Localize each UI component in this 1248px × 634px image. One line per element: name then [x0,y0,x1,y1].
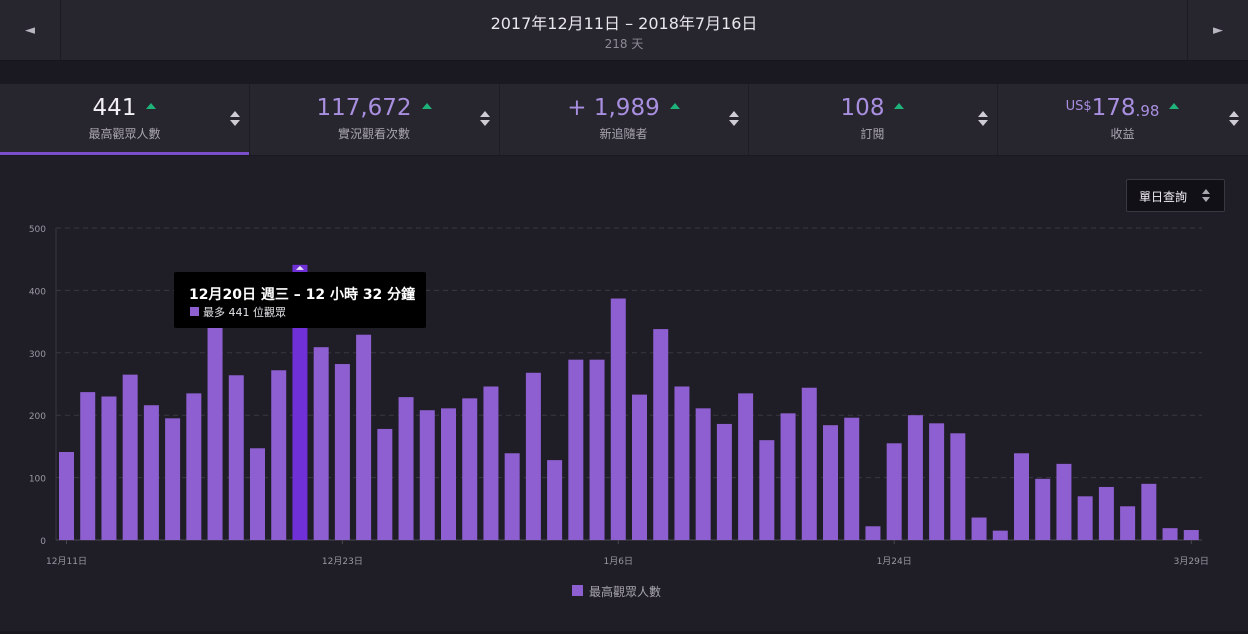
y-tick-label: 0 [40,537,46,547]
y-tick-label: 500 [29,225,46,235]
x-tick-label: 3月29日 [1174,556,1209,567]
x-tick-label: 1月24日 [877,556,912,567]
chart-bar[interactable] [207,317,223,540]
chart-bar[interactable] [653,329,669,540]
chart-bar[interactable] [844,417,860,540]
chart-bar[interactable] [122,374,138,540]
chart-bar[interactable] [377,428,393,540]
chart-bar[interactable] [695,408,711,540]
chart-bar[interactable] [1141,483,1157,540]
chart-bar[interactable] [929,423,945,540]
chart-bar[interactable] [780,413,796,540]
chart-bar[interactable] [1120,506,1136,540]
chart-bar[interactable] [165,418,181,540]
chart-bar[interactable] [101,396,117,540]
chart-bar[interactable] [610,298,626,540]
chart-bar[interactable] [398,397,414,540]
y-tick-label: 100 [29,475,46,485]
chart-bar[interactable] [1183,530,1199,540]
chart-tooltip: 12月20日 週三 – 12 小時 32 分鐘 最多 441 位觀眾 [174,272,426,328]
chart-bar[interactable] [716,423,732,540]
tooltip-text: 最多 441 位觀眾 [203,306,286,319]
chart-bar[interactable] [589,359,605,540]
chart-bar[interactable] [186,393,202,540]
chart-bar[interactable] [271,370,287,540]
chart-bar[interactable] [228,375,244,540]
x-tick-label: 12月23日 [322,556,363,567]
chart-bar[interactable] [1035,478,1051,540]
chart-bar[interactable] [907,415,923,540]
chart-bar[interactable] [547,460,563,540]
y-tick-label: 200 [29,412,46,422]
legend-swatch [572,585,583,596]
chart-bar[interactable] [1098,486,1114,540]
chart-bar[interactable] [632,394,647,540]
chart-bar[interactable] [143,405,159,540]
chart-bar[interactable] [1014,453,1029,540]
chart-bar[interactable] [356,334,372,540]
chart-bar[interactable] [568,359,584,540]
chart-bar[interactable] [950,433,966,540]
chart-bar[interactable] [59,452,74,540]
chart-bar[interactable] [313,347,329,540]
chart-bar[interactable] [334,364,350,540]
chart-bar[interactable] [759,440,775,540]
x-tick-label: 12月11日 [46,556,87,567]
legend-label: 最高觀眾人數 [589,585,662,599]
tooltip-title: 12月20日 週三 – 12 小時 32 分鐘 [189,287,416,303]
chart-bar[interactable] [483,386,499,540]
chart-bar[interactable] [823,425,838,540]
y-tick-label: 300 [29,350,46,360]
chart-bar[interactable] [441,408,456,540]
chart-bar[interactable] [865,526,881,540]
y-tick-label: 400 [29,287,46,297]
chart-bar[interactable] [80,392,96,540]
chart-bar[interactable] [992,530,1008,540]
x-tick-label: 1月6日 [604,556,633,567]
chart-bar[interactable] [738,393,754,540]
chart-bar[interactable] [801,387,817,540]
chart-bar[interactable] [419,410,435,540]
chart-bar[interactable] [1077,496,1093,540]
chart-bar[interactable] [462,398,478,540]
chart-bar[interactable] [1056,463,1072,540]
chart-bar[interactable] [250,448,265,540]
chart-bar[interactable] [1162,528,1178,540]
chart-bar[interactable] [525,372,541,540]
chart-bar[interactable] [971,517,987,540]
tooltip-swatch [190,307,199,316]
chart-bar[interactable] [504,453,520,540]
chart-bar[interactable] [886,443,902,540]
chart-bar[interactable] [674,386,690,540]
